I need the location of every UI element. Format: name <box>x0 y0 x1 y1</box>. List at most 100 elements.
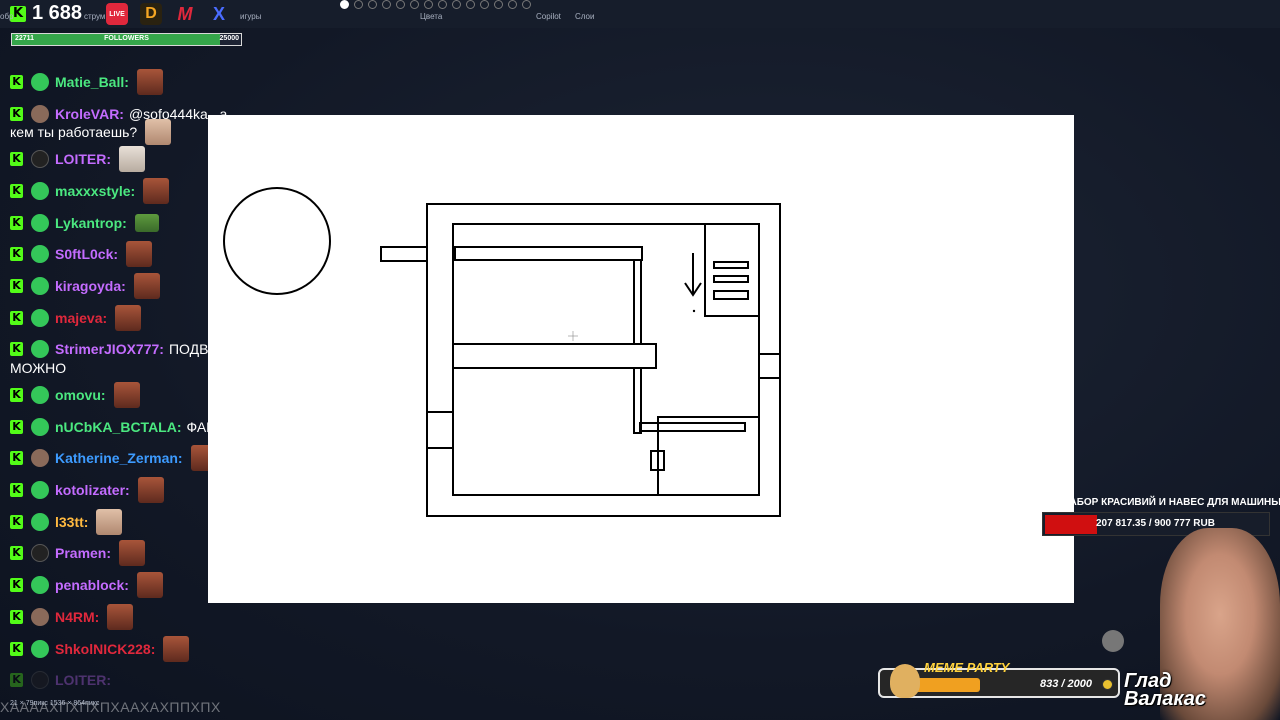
coin-icon <box>1102 679 1113 690</box>
chat-username[interactable]: LOITER: <box>55 671 111 689</box>
color-swatch[interactable] <box>452 0 461 9</box>
chat-username[interactable]: Lykantrop: <box>55 214 127 232</box>
chat-username[interactable]: ShkolNICK228: <box>55 640 155 658</box>
chat-message-continuation: МОЖНО <box>10 357 240 379</box>
toolbar-label-shapes[interactable]: игуры <box>240 12 262 21</box>
kick-badge-icon: K <box>10 106 23 121</box>
toolbar-label-image: обр <box>0 12 14 21</box>
emote-icon <box>143 177 170 204</box>
emote-icon <box>145 119 172 146</box>
user-badge-icon <box>31 386 49 405</box>
right-window <box>758 353 781 379</box>
color-swatch[interactable] <box>466 0 475 9</box>
chat-username[interactable]: N4RM: <box>55 608 99 626</box>
color-palette[interactable] <box>340 0 531 9</box>
kick-badge-icon: K <box>10 247 23 262</box>
emote-icon <box>134 213 159 232</box>
chat-message: K LOITER: <box>0 664 240 696</box>
color-swatch[interactable] <box>494 0 503 9</box>
emote-icon <box>119 146 145 173</box>
chat-message-continuation: кем ты работаешь? <box>10 119 240 146</box>
chat-message: K LOITER: <box>0 143 240 175</box>
crosshair-cursor-icon <box>568 331 578 341</box>
chat-message: Kkotolizater: <box>0 474 240 506</box>
user-badge-icon <box>31 72 49 91</box>
emote-icon <box>133 272 160 299</box>
chat-username[interactable]: majeva: <box>55 309 107 327</box>
chat-panel: K Matie_Ball: K KroleVAR: @sofo444ka , а кем … <box>0 66 240 696</box>
stream-icons: LIVE D M X <box>106 3 230 25</box>
color-swatch[interactable] <box>438 0 447 9</box>
toolbar-label-tools: струм <box>84 12 106 21</box>
emote-icon <box>136 572 163 599</box>
chat-message: Komovu: <box>0 379 240 411</box>
chat-message: K N4RM: <box>0 601 240 633</box>
chat-username[interactable]: S0ftL0ck: <box>55 245 118 263</box>
chat-message: KnUCbKA_BCTALA: ФАКТ <box>0 411 240 443</box>
chat-message: Kmajeva: <box>0 302 240 334</box>
color-swatch[interactable] <box>382 0 391 9</box>
drawn-circle <box>223 187 331 295</box>
chat-message: K Katherine_Zerman: <box>0 443 240 475</box>
chat-username[interactable]: omovu: <box>55 386 106 404</box>
color-swatch[interactable] <box>522 0 531 9</box>
chat-username[interactable]: nUCbKA_BCTALA: <box>55 418 182 436</box>
user-badge-icon <box>31 576 49 595</box>
live-icon: LIVE <box>106 3 128 25</box>
middle-divider <box>452 343 657 369</box>
kick-badge-icon: K <box>10 673 23 688</box>
meme-party-widget: MEME PARTY 833 / 2000 <box>878 660 1120 698</box>
chat-username[interactable]: kotolizater: <box>55 481 130 499</box>
user-badge-icon <box>31 181 49 200</box>
chat-username[interactable]: LOITER: <box>55 150 111 168</box>
copilot-button[interactable]: Copilot <box>536 12 561 21</box>
house-plan-drawing <box>223 187 781 517</box>
donation-goal-title: НА ЗАБОР КРАСИВИЙ И НАВЕС ДЛЯ МАШИНЫ <box>1046 497 1280 508</box>
kick-badge-icon: K <box>10 483 23 498</box>
chat-username[interactable]: kiragoyda: <box>55 277 126 295</box>
color-swatch[interactable] <box>480 0 489 9</box>
user-badge-icon <box>31 671 49 690</box>
color-swatch[interactable] <box>396 0 405 9</box>
followers-goal: 25000 <box>219 35 239 42</box>
chat-username[interactable]: KroleVAR: <box>55 105 124 123</box>
emote-icon <box>137 477 164 504</box>
paint-canvas[interactable] <box>208 115 1074 603</box>
layers-button[interactable]: Слои <box>575 12 594 21</box>
kick-badge-icon: K <box>10 546 23 561</box>
user-badge-icon <box>31 245 49 264</box>
colors-label[interactable]: Цвета <box>420 12 442 21</box>
color-swatch[interactable] <box>340 0 349 9</box>
chat-message: Kl33tt: <box>0 506 240 538</box>
followers-label: FOLLOWERS <box>104 35 149 42</box>
kick-badge-icon: K <box>10 388 23 403</box>
color-swatch[interactable] <box>410 0 419 9</box>
chat-username[interactable]: Katherine_Zerman: <box>55 449 183 467</box>
chat-username[interactable]: penablock: <box>55 576 129 594</box>
kick-badge-icon: K <box>10 74 23 89</box>
emote-icon <box>113 382 140 409</box>
chat-message: K ShkolNICK228: <box>0 633 240 665</box>
chat-username[interactable]: maxxxstyle: <box>55 182 135 200</box>
user-badge-icon <box>31 340 49 359</box>
chat-username[interactable]: Matie_Ball: <box>55 73 129 91</box>
stove-line <box>713 275 749 283</box>
color-swatch[interactable] <box>424 0 433 9</box>
color-swatch[interactable] <box>368 0 377 9</box>
chat-message: K Pramen: <box>0 538 240 570</box>
chat-username[interactable]: StrimerJIOX777: <box>55 340 164 358</box>
lower-room <box>657 416 760 496</box>
emote-icon <box>115 304 142 331</box>
color-swatch[interactable] <box>508 0 517 9</box>
chat-message: K StrimerJIOX777: ПОДВАЛ МОЖНО <box>0 334 240 380</box>
kick-badge-icon: K <box>10 215 23 230</box>
user-badge-icon <box>31 308 49 327</box>
user-badge-icon <box>31 276 49 295</box>
chat-username[interactable]: l33tt: <box>55 513 88 531</box>
emote-icon <box>119 540 146 567</box>
color-swatch[interactable] <box>354 0 363 9</box>
chat-username[interactable]: Pramen: <box>55 544 111 562</box>
image-size-status: 21 × 79пикс 1536 × 864пикс <box>10 700 100 707</box>
chat-message-text: кем ты работаешь? <box>10 124 138 141</box>
user-badge-icon <box>31 639 49 658</box>
